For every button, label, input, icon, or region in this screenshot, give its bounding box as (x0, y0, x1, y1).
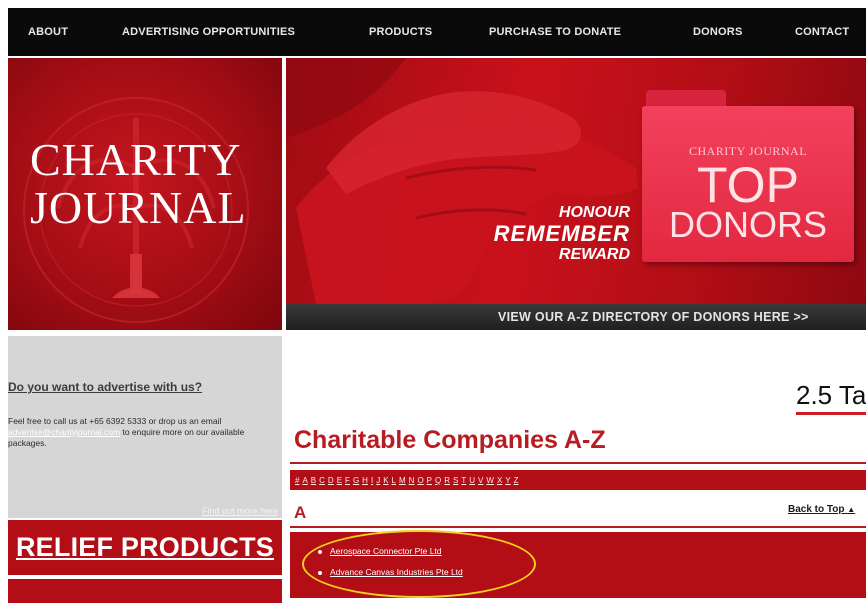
logo-line-2: Journal (30, 182, 247, 233)
advertise-text: Feel free to call us at +65 6392 5333 or… (8, 416, 245, 448)
relief-bottom-panel (8, 579, 282, 603)
alphabet-link[interactable]: R (443, 476, 451, 485)
top-donors-banner[interactable]: HONOUR REMEMBER REWARD Charity Journal T… (286, 58, 866, 330)
alphabet-index: # A B C D E F G H I J K L M N O P Q R S T U V W X Y Z (290, 470, 866, 490)
nav-purchase-to-donate[interactable]: PURCHASE TO DONATE (489, 26, 621, 38)
alphabet-link[interactable]: C (318, 476, 326, 485)
heading-divider (290, 462, 866, 464)
alphabet-link[interactable]: P (426, 476, 433, 485)
alphabet-link[interactable]: J (375, 476, 381, 485)
nav-donors[interactable]: DONORS (693, 26, 742, 38)
alphabet-link[interactable]: I (370, 476, 374, 485)
alphabet-link[interactable]: Q (434, 476, 442, 485)
alphabet-link[interactable]: O (416, 476, 424, 485)
alphabet-link[interactable]: X (496, 476, 503, 485)
alphabet-link[interactable]: E (336, 476, 343, 485)
donor-directory-link[interactable]: VIEW OUR A-Z DIRECTORY OF DONORS HERE >> (286, 304, 866, 330)
advertise-panel: Do you want to advertise with us? Feel f… (8, 336, 282, 518)
section-letter: A (294, 503, 307, 522)
advertise-title-link[interactable]: Do you want to advertise with us? (8, 380, 202, 394)
alphabet-link[interactable]: H (361, 476, 369, 485)
relief-products-button[interactable]: RELIEF PRODUCTS (8, 520, 282, 575)
side-title: 2.5 Ta (796, 380, 866, 410)
alphabet-link[interactable]: W (485, 476, 495, 485)
alphabet-link[interactable]: A (301, 476, 308, 485)
alphabet-link[interactable]: # (294, 476, 300, 485)
page-title: Charitable Companies A-Z (294, 426, 606, 454)
find-out-more-link[interactable]: Find out more here (202, 506, 278, 516)
nav-products[interactable]: PRODUCTS (369, 26, 432, 38)
highlight-annotation (302, 530, 536, 598)
alphabet-link[interactable]: B (310, 476, 317, 485)
arrow-up-icon: ▲ (847, 505, 856, 514)
site-logo[interactable]: Charity Journal (8, 58, 282, 330)
slogan-honour: HONOUR (558, 204, 630, 221)
alphabet-link[interactable]: U (468, 476, 476, 485)
logo-line-1: Charity (30, 134, 242, 185)
folder-donors-text: DONORS (668, 204, 827, 245)
back-to-top-link[interactable]: Back to Top ▲ (788, 504, 855, 515)
slogan-reward: REWARD (558, 246, 630, 263)
alphabet-link[interactable]: D (327, 476, 335, 485)
alphabet-link[interactable]: Y (504, 476, 511, 485)
alphabet-link[interactable]: K (382, 476, 389, 485)
alphabet-link[interactable]: T (460, 476, 467, 485)
alphabet-link[interactable]: M (398, 476, 407, 485)
alphabet-link[interactable]: L (391, 476, 397, 485)
section-divider (290, 526, 866, 528)
top-nav: ABOUT ADVERTISING OPPORTUNITIES PRODUCTS… (8, 8, 866, 56)
nav-about[interactable]: ABOUT (28, 26, 68, 38)
alphabet-link[interactable]: N (408, 476, 416, 485)
side-title-underline (796, 412, 866, 415)
slogan-remember: REMEMBER (493, 221, 630, 246)
alphabet-link[interactable]: V (477, 476, 484, 485)
alphabet-link[interactable]: G (352, 476, 360, 485)
folder-icon: Charity Journal TOP DONORS (642, 86, 854, 262)
nav-contact[interactable]: CONTACT (795, 26, 849, 38)
alphabet-link[interactable]: F (344, 476, 351, 485)
nav-advertising-opportunities[interactable]: ADVERTISING OPPORTUNITIES (122, 26, 295, 38)
advertise-email-link[interactable]: advertise@charityjournal.com (8, 427, 120, 437)
alphabet-link[interactable]: Z (513, 476, 520, 485)
alphabet-link[interactable]: S (452, 476, 459, 485)
folder-top-text: TOP (697, 157, 799, 213)
